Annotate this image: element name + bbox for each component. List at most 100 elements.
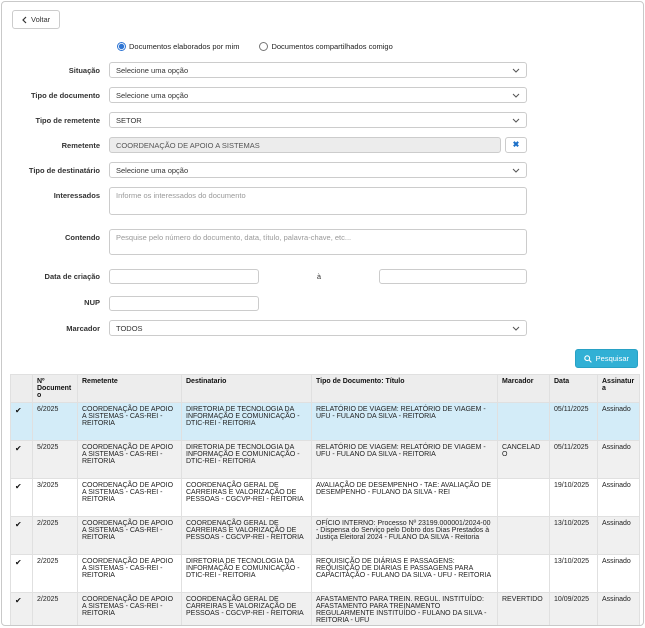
table-row[interactable]: ✔ 2/2025 COORDENAÇÃO DE APOIO A SISTEMAS… — [11, 593, 640, 627]
cell-destinatario: COORDENAÇÃO GERAL DE CARREIRAS E VALORIZ… — [182, 479, 312, 517]
check-icon[interactable]: ✔ — [15, 406, 22, 415]
cell-assinatura: Assinado — [598, 479, 640, 517]
tipo-remetente-label: Tipo de remetente — [2, 116, 109, 125]
tipo-remetente-row: Tipo de remetente SETOR — [2, 112, 643, 128]
back-button[interactable]: Voltar — [12, 10, 60, 29]
nup-input[interactable] — [109, 296, 259, 311]
header-data: Data — [550, 375, 598, 403]
cell-remetente: COORDENAÇÃO DE APOIO A SISTEMAS - CAS-RE… — [78, 403, 182, 441]
cell-marcador — [498, 517, 550, 555]
tipo-destinatario-row: Tipo de destinatário Selecione uma opção — [2, 162, 643, 178]
cell-remetente: COORDENAÇÃO DE APOIO A SISTEMAS - CAS-RE… — [78, 479, 182, 517]
tipo-documento-row: Tipo de documento Selecione uma opção — [2, 87, 643, 103]
check-icon[interactable]: ✔ — [15, 444, 22, 453]
tipo-remetente-select[interactable]: SETOR — [109, 112, 527, 128]
radio-elaborados-input[interactable] — [117, 42, 126, 51]
remetente-label: Remetente — [2, 141, 109, 150]
check-icon[interactable]: ✔ — [15, 596, 22, 605]
nup-row: NUP — [2, 293, 643, 311]
cell-data: 10/09/2025 — [550, 593, 598, 627]
tipo-documento-selected-value: Selecione uma opção — [116, 91, 188, 100]
search-form: Situação Selecione uma opção Tipo de doc… — [2, 62, 643, 336]
tipo-destinatario-label: Tipo de destinatário — [2, 166, 109, 175]
cell-data: 05/11/2025 — [550, 441, 598, 479]
cell-destinatario: COORDENAÇÃO GERAL DE CARREIRAS E VALORIZ… — [182, 517, 312, 555]
document-search-page: Voltar Documentos elaborados por mim Doc… — [1, 1, 644, 626]
cell-tipo-titulo: REQUISIÇÃO DE DIÁRIAS E PASSAGENS: REQUI… — [312, 555, 498, 593]
contendo-label: Contendo — [2, 229, 109, 242]
chevron-down-icon — [512, 68, 520, 73]
header-num-documento: Nº Documento — [33, 375, 78, 403]
search-button-row: Pesquisar — [2, 349, 643, 368]
search-icon — [584, 355, 592, 363]
data-criacao-to-input[interactable] — [379, 269, 527, 284]
data-criacao-row: Data de criação à — [2, 269, 643, 284]
marcador-select[interactable]: TODOS — [109, 320, 527, 336]
marcador-row: Marcador TODOS — [2, 320, 643, 336]
data-criacao-label: Data de criação — [2, 272, 109, 281]
tipo-remetente-selected-value: SETOR — [116, 116, 142, 125]
cell-data: 13/10/2025 — [550, 517, 598, 555]
cell-num: 2/2025 — [33, 517, 78, 555]
nup-label: NUP — [2, 298, 109, 307]
back-button-label: Voltar — [31, 15, 50, 24]
table-header-row: Nº Documento Remetente Destinatario Tipo… — [11, 375, 640, 403]
radio-elaborados-label: Documentos elaborados por mim — [129, 42, 239, 51]
radio-compartilhados-label: Documentos compartilhados comigo — [271, 42, 392, 51]
chevron-down-icon — [512, 168, 520, 173]
cell-tipo-titulo: AVALIAÇÃO DE DESEMPENHO - TAE: AVALIAÇÃO… — [312, 479, 498, 517]
cell-remetente: COORDENAÇÃO DE APOIO A SISTEMAS - CAS-RE… — [78, 517, 182, 555]
situacao-selected-value: Selecione uma opção — [116, 66, 188, 75]
cell-num: 2/2025 — [33, 555, 78, 593]
results-table: Nº Documento Remetente Destinatario Tipo… — [10, 374, 640, 626]
radio-elaborados-por-mim[interactable]: Documentos elaborados por mim — [117, 42, 239, 51]
contendo-row: Contendo — [2, 229, 643, 260]
tipo-documento-select[interactable]: Selecione uma opção — [109, 87, 527, 103]
chevron-down-icon — [512, 118, 520, 123]
cell-destinatario: DIRETORIA DE TECNOLOGIA DA INFORMAÇÃO E … — [182, 555, 312, 593]
document-filter-radio-group: Documentos elaborados por mim Documentos… — [117, 42, 643, 51]
check-icon[interactable]: ✔ — [15, 482, 22, 491]
cell-tipo-titulo: OFÍCIO INTERNO: Processo Nº 23199.000001… — [312, 517, 498, 555]
tipo-destinatario-select[interactable]: Selecione uma opção — [109, 162, 527, 178]
cell-remetente: COORDENAÇÃO DE APOIO A SISTEMAS - CAS-RE… — [78, 441, 182, 479]
results-table-wrap: Nº Documento Remetente Destinatario Tipo… — [10, 374, 635, 626]
header-check — [11, 375, 33, 403]
cell-data: 19/10/2025 — [550, 479, 598, 517]
check-icon[interactable]: ✔ — [15, 558, 22, 567]
interessados-textarea[interactable] — [109, 187, 527, 215]
cell-assinatura: Assinado — [598, 403, 640, 441]
cell-num: 5/2025 — [33, 441, 78, 479]
contendo-textarea[interactable] — [109, 229, 527, 255]
clear-remetente-button[interactable]: ✖ — [505, 137, 527, 153]
cell-tipo-titulo: AFASTAMENTO PARA TREIN. REGUL. INSTITUÍD… — [312, 593, 498, 627]
cell-remetente: COORDENAÇÃO DE APOIO A SISTEMAS - CAS-RE… — [78, 555, 182, 593]
cell-marcador: REVERTIDO — [498, 593, 550, 627]
cell-marcador — [498, 403, 550, 441]
remetente-input[interactable] — [109, 137, 501, 153]
cell-marcador — [498, 555, 550, 593]
cell-tipo-titulo: RELATÓRIO DE VIAGEM: RELATÓRIO DE VIAGEM… — [312, 403, 498, 441]
search-button-label: Pesquisar — [596, 354, 629, 363]
radio-compartilhados-comigo[interactable]: Documentos compartilhados comigo — [259, 42, 392, 51]
cell-destinatario: COORDENAÇÃO GERAL DE CARREIRAS E VALORIZ… — [182, 593, 312, 627]
cell-num: 6/2025 — [33, 403, 78, 441]
check-icon[interactable]: ✔ — [15, 520, 22, 529]
data-criacao-from-input[interactable] — [109, 269, 259, 284]
header-remetente: Remetente — [78, 375, 182, 403]
table-row[interactable]: ✔ 2/2025 COORDENAÇÃO DE APOIO A SISTEMAS… — [11, 517, 640, 555]
search-button[interactable]: Pesquisar — [575, 349, 638, 368]
table-row[interactable]: ✔ 5/2025 COORDENAÇÃO DE APOIO A SISTEMAS… — [11, 441, 640, 479]
table-row[interactable]: ✔ 6/2025 COORDENAÇÃO DE APOIO A SISTEMAS… — [11, 403, 640, 441]
tipo-documento-label: Tipo de documento — [2, 91, 109, 100]
situacao-select[interactable]: Selecione uma opção — [109, 62, 527, 78]
table-row[interactable]: ✔ 2/2025 COORDENAÇÃO DE APOIO A SISTEMAS… — [11, 555, 640, 593]
header-assinatura: Assinatura — [598, 375, 640, 403]
chevron-down-icon — [512, 93, 520, 98]
header-tipo-documento-titulo: Tipo de Documento: Título — [312, 375, 498, 403]
table-row[interactable]: ✔ 3/2025 COORDENAÇÃO DE APOIO A SISTEMAS… — [11, 479, 640, 517]
radio-compartilhados-input[interactable] — [259, 42, 268, 51]
cell-assinatura: Assinado — [598, 441, 640, 479]
situacao-row: Situação Selecione uma opção — [2, 62, 643, 78]
cell-destinatario: DIRETORIA DE TECNOLOGIA DA INFORMAÇÃO E … — [182, 403, 312, 441]
